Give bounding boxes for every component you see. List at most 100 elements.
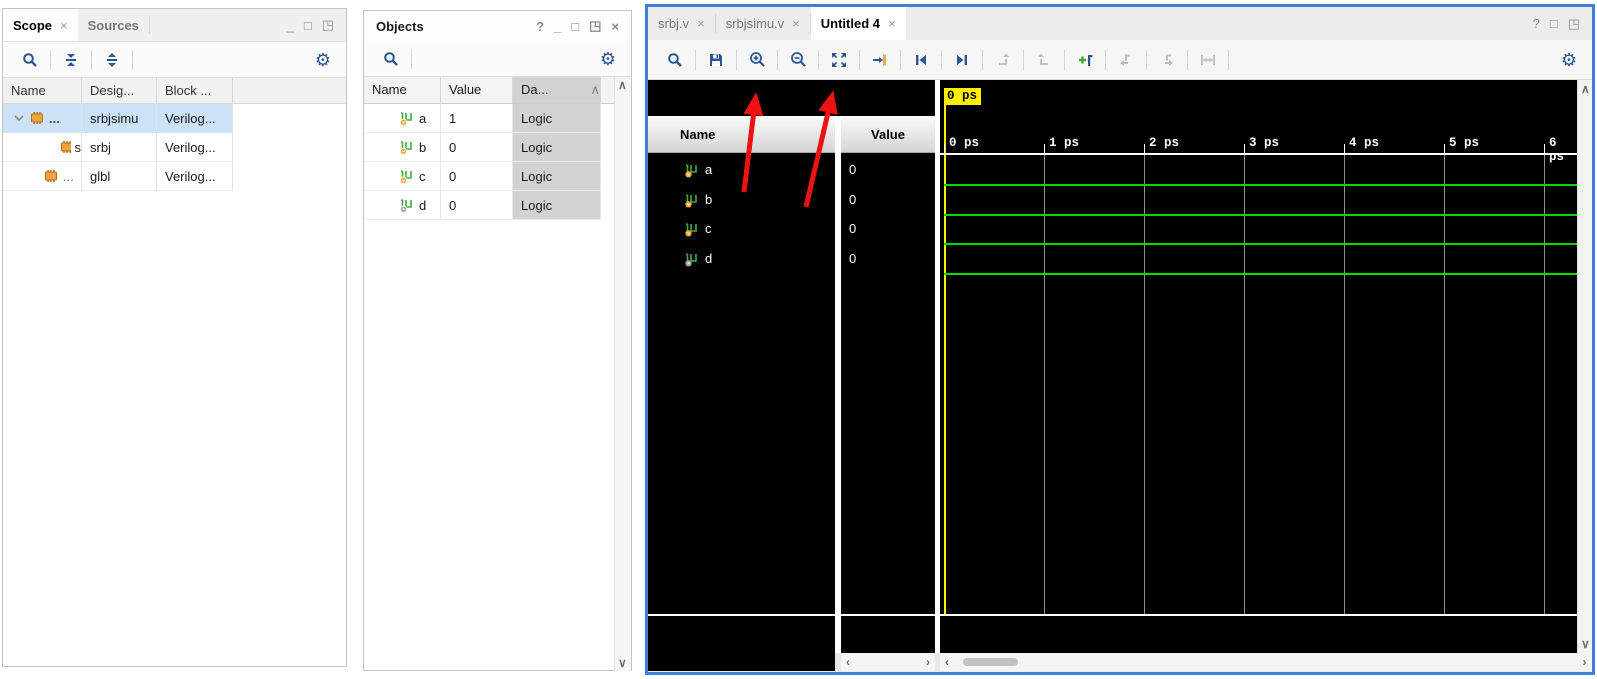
- search-icon[interactable]: [17, 47, 43, 73]
- table-row[interactable]: s srbj Verilog...: [3, 133, 346, 162]
- scope-panel: Scope × Sources _ □ ◳ ⚙ Name Desig... Bl…: [2, 8, 347, 667]
- swap-cursors-icon[interactable]: [1195, 47, 1221, 73]
- swap-cursor-previous-icon[interactable]: [990, 47, 1016, 73]
- ruler-tick: [1144, 144, 1145, 153]
- wave-signal-row[interactable]: c: [648, 214, 835, 243]
- ruler-label: 5 ps: [1449, 136, 1479, 150]
- wave-signal-row[interactable]: d: [648, 244, 835, 273]
- value-horizontal-scrollbar[interactable]: ‹ ›: [841, 653, 935, 671]
- collapse-all-icon[interactable]: [58, 47, 84, 73]
- maximize-icon[interactable]: □: [571, 19, 579, 34]
- object-name: b: [419, 140, 426, 155]
- tab-srbj-v[interactable]: srbj.v ×: [648, 7, 715, 40]
- ruler-label: 3 ps: [1249, 136, 1279, 150]
- chevron-down-icon[interactable]: [13, 112, 25, 124]
- add-marker-icon[interactable]: [1072, 47, 1098, 73]
- close-icon[interactable]: ×: [60, 18, 68, 33]
- maximize-icon[interactable]: □: [304, 18, 312, 33]
- wave-name-header[interactable]: Name: [648, 116, 835, 153]
- tab-untitled-4[interactable]: Untitled 4 ×: [811, 7, 906, 40]
- tab-sources[interactable]: Sources: [78, 9, 149, 41]
- column-header-block[interactable]: Block ...: [157, 78, 233, 103]
- zoom-in-icon[interactable]: [744, 47, 770, 73]
- wave-bottom-line: [648, 614, 1577, 616]
- search-icon[interactable]: [662, 47, 688, 73]
- table-row[interactable]: d 0 Logic: [364, 191, 614, 220]
- ruler-tick: [944, 144, 945, 153]
- signal-icon: [684, 162, 699, 178]
- tab-label: srbjsimu.v: [726, 16, 785, 31]
- scroll-left-icon[interactable]: ‹: [945, 656, 949, 668]
- gridline: [1344, 155, 1345, 614]
- scroll-down-icon[interactable]: ∨: [618, 657, 627, 669]
- gear-icon[interactable]: ⚙: [1556, 47, 1582, 73]
- close-icon[interactable]: ×: [611, 19, 619, 34]
- float-icon[interactable]: ◳: [1568, 16, 1580, 32]
- expand-all-icon[interactable]: [99, 47, 125, 73]
- go-to-time-icon[interactable]: [867, 47, 893, 73]
- column-header-name[interactable]: Name: [3, 78, 82, 103]
- float-icon[interactable]: ◳: [322, 17, 334, 33]
- gear-icon[interactable]: ⚙: [595, 46, 621, 72]
- vertical-scrollbar[interactable]: ∧ ∨: [614, 77, 631, 671]
- wave-horizontal-scrollbar[interactable]: ‹: [940, 653, 1577, 671]
- zoom-fit-icon[interactable]: [826, 47, 852, 73]
- signal-icon: [399, 197, 414, 213]
- wave-value-header[interactable]: Value: [841, 116, 935, 153]
- minimize-icon[interactable]: _: [554, 19, 561, 34]
- scroll-up-icon[interactable]: ∧: [1581, 83, 1590, 95]
- table-row[interactable]: ... glbl Verilog...: [3, 162, 346, 191]
- time-cursor[interactable]: [944, 88, 946, 614]
- table-row[interactable]: c 0 Logic: [364, 162, 614, 191]
- swap-cursor-next-icon[interactable]: [1031, 47, 1057, 73]
- wave-signal-row[interactable]: a: [648, 155, 835, 184]
- minimize-icon[interactable]: _: [287, 18, 294, 33]
- save-icon[interactable]: [703, 47, 729, 73]
- scroll-down-icon[interactable]: ∨: [1581, 638, 1590, 650]
- table-row[interactable]: a 1 Logic: [364, 104, 614, 133]
- close-icon[interactable]: ×: [792, 16, 800, 31]
- scope-tabbar: Scope × Sources _ □ ◳: [3, 9, 346, 42]
- next-marker-icon[interactable]: [1154, 47, 1180, 73]
- waveform-trace-a: [944, 184, 1577, 186]
- zoom-out-icon[interactable]: [785, 47, 811, 73]
- scope-toolbar: ⚙: [3, 42, 346, 78]
- float-icon[interactable]: ◳: [589, 18, 601, 34]
- column-header-design[interactable]: Desig...: [82, 78, 157, 103]
- scroll-right-icon[interactable]: ›: [926, 656, 930, 668]
- gridline: [1244, 155, 1245, 614]
- scrollbar-thumb[interactable]: [963, 658, 1018, 666]
- object-name: d: [419, 198, 426, 213]
- close-icon[interactable]: ×: [697, 16, 705, 31]
- object-name: a: [419, 111, 426, 126]
- objects-toolbar: ⚙: [364, 41, 631, 77]
- previous-marker-icon[interactable]: [1113, 47, 1139, 73]
- waveform-trace-c: [944, 243, 1577, 245]
- scroll-corner[interactable]: ›: [1577, 653, 1592, 671]
- vertical-scrollbar[interactable]: ∧ ∨: [1577, 80, 1592, 653]
- wave-signal-row[interactable]: b: [648, 185, 835, 214]
- search-icon[interactable]: [378, 46, 404, 72]
- scroll-right-icon[interactable]: ›: [1583, 656, 1587, 668]
- maximize-icon[interactable]: □: [1550, 16, 1558, 31]
- scroll-up-icon[interactable]: ∧: [618, 79, 627, 91]
- table-row[interactable]: ... srbjsimu Verilog...: [3, 104, 346, 133]
- help-icon[interactable]: ?: [1533, 16, 1540, 31]
- close-icon[interactable]: ×: [888, 16, 896, 31]
- tab-scope[interactable]: Scope ×: [3, 9, 78, 41]
- column-header-name[interactable]: Name: [364, 77, 441, 103]
- panel-title: Objects: [376, 19, 424, 34]
- waveform-plot-area[interactable]: 0 ps 0 ps 1 ps 2 ps 3 ps 4 ps 5 ps 6 ps: [940, 80, 1577, 614]
- help-icon[interactable]: ?: [536, 19, 544, 34]
- previous-transition-icon[interactable]: [908, 47, 934, 73]
- scope-design-unit: glbl: [82, 162, 157, 191]
- signal-name: c: [705, 221, 712, 236]
- next-transition-icon[interactable]: [949, 47, 975, 73]
- table-row[interactable]: b 0 Logic: [364, 133, 614, 162]
- gear-icon[interactable]: ⚙: [310, 47, 336, 73]
- sort-ascending-icon[interactable]: ∧: [590, 82, 600, 103]
- scroll-left-icon[interactable]: ‹: [846, 656, 850, 668]
- column-header-datatype[interactable]: Da... ∧: [513, 77, 601, 103]
- tab-srbjsimu-v[interactable]: srbjsimu.v ×: [716, 7, 810, 40]
- column-header-value[interactable]: Value: [441, 77, 513, 103]
